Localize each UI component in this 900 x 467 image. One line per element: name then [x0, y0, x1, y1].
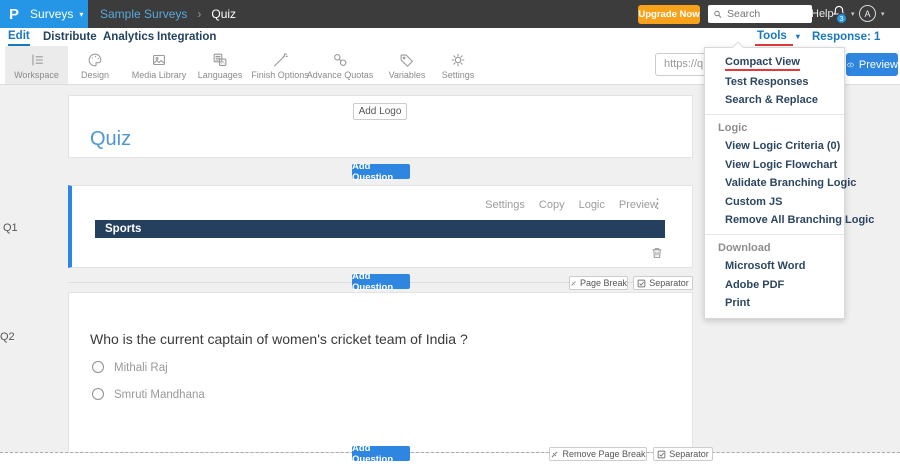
q2-option-2-label[interactable]: Smruti Mandhana [114, 389, 205, 401]
finish-options-icon [271, 51, 289, 69]
separator-checkbox-icon [637, 279, 646, 287]
add-question-button-top[interactable]: Add Question [352, 161, 410, 183]
breadcrumb-separator-icon: › [197, 7, 202, 21]
upgrade-now-button[interactable]: Upgrade Now [638, 5, 700, 24]
breadcrumb-current-quiz: Quiz [211, 7, 237, 21]
notification-badge: 3 [836, 13, 847, 24]
q2-option-1-label[interactable]: Mithali Raj [114, 362, 168, 374]
toolbar-tab-design[interactable]: Design [63, 46, 127, 84]
breadcrumb: Sample Surveys › Quiz [100, 0, 236, 28]
page-break-button[interactable]: Page Break [569, 276, 628, 290]
menu-divider [705, 233, 844, 235]
variables-icon [398, 51, 416, 69]
menu-item-custom-js[interactable]: Custom JS [705, 193, 844, 212]
radio-button-option-1[interactable] [92, 361, 104, 373]
q2-question-text[interactable]: Who is the current captain of women's cr… [90, 331, 468, 347]
tools-menu-button[interactable]: Tools ▾ [757, 28, 800, 44]
tab-edit[interactable]: Edit [8, 28, 30, 46]
tab-analytics[interactable]: Analytics [103, 28, 154, 46]
search-input[interactable] [727, 8, 807, 20]
page-break-dotted-line [0, 452, 900, 453]
q1-settings-link[interactable]: Settings [485, 199, 525, 213]
toolbar-tab-media-library[interactable]: Media Library [127, 46, 191, 84]
languages-icon: A [211, 51, 229, 69]
product-label: Surveys [30, 7, 74, 21]
menu-item-compact-view[interactable]: Compact View [705, 54, 844, 73]
chevron-down-icon: ▾ [79, 9, 84, 19]
questionpro-logo: P [9, 5, 20, 23]
q1-block-title[interactable]: Sports [95, 220, 665, 238]
menu-item-validate-branching-logic[interactable]: Validate Branching Logic [705, 174, 856, 193]
avatar[interactable]: A [859, 5, 876, 22]
menu-header-logic: Logic [718, 121, 748, 134]
menu-divider [705, 113, 844, 115]
tab-integration[interactable]: Integration [157, 28, 216, 46]
menu-item-remove-all-branching-logic[interactable]: Remove All Branching Logic [705, 211, 874, 230]
question-number-q1: Q1 [3, 222, 18, 234]
page-break-icon [571, 280, 576, 286]
menu-item-adobe-pdf[interactable]: Adobe PDF [705, 276, 844, 295]
response-count: Response: 1 [812, 31, 881, 43]
toolbar-tab-advance-quotas[interactable]: Advance Quotas [306, 46, 374, 84]
q1-action-links: Settings Copy Logic Preview [68, 199, 658, 213]
separator-button[interactable]: Separator [633, 276, 693, 290]
add-logo-button[interactable]: Add Logo [353, 103, 407, 120]
chevron-down-icon: ▾ [795, 31, 800, 41]
eye-icon [846, 62, 855, 67]
global-search[interactable] [708, 5, 812, 23]
separator-checkbox-icon [657, 450, 666, 458]
toolbar-tab-languages[interactable]: A Languages [188, 46, 252, 84]
tools-dropdown-menu: Compact View Test Responses Search & Rep… [704, 47, 874, 319]
search-icon [714, 10, 722, 18]
next-page-area [0, 453, 900, 467]
q1-copy-link[interactable]: Copy [539, 199, 565, 213]
media-library-icon [150, 51, 168, 69]
remove-page-break-button[interactable]: Remove Page Break [549, 447, 647, 461]
menu-item-view-logic-flowchart[interactable]: View Logic Flowchart [705, 156, 844, 175]
breadcrumb-sample-surveys[interactable]: Sample Surveys [100, 7, 187, 21]
trash-icon[interactable] [649, 244, 665, 262]
app-logo-surveys-switcher[interactable]: P Surveys ▾ [0, 0, 88, 28]
toolbar-tab-settings[interactable]: Settings [426, 46, 490, 84]
workspace-icon [28, 51, 46, 69]
menu-item-microsoft-word[interactable]: Microsoft Word [705, 257, 844, 276]
chevron-down-icon[interactable]: ▾ [881, 10, 885, 18]
survey-title[interactable]: Quiz [90, 128, 131, 151]
separator-button-bottom[interactable]: Separator [653, 447, 713, 461]
question-number-q2: Q2 [0, 331, 15, 343]
q1-logic-link[interactable]: Logic [579, 199, 605, 213]
tab-distribute[interactable]: Distribute [43, 28, 97, 46]
top-bar: P Surveys ▾ Sample Surveys › Quiz Upgrad… [0, 0, 900, 28]
toolbar-tab-finish-options[interactable]: Finish Options [248, 46, 312, 84]
preview-button[interactable]: Preview [846, 53, 898, 76]
chevron-down-icon[interactable]: ▾ [851, 10, 855, 18]
menu-header-download: Download [718, 241, 771, 254]
settings-icon [449, 51, 467, 69]
add-question-button-bottom[interactable]: Add Question [352, 443, 410, 465]
kebab-menu-icon[interactable]: ⋮ [651, 196, 664, 212]
toolbar-tab-workspace[interactable]: Workspace [5, 46, 68, 84]
radio-button-option-2[interactable] [92, 388, 104, 400]
advance-quotas-icon [331, 51, 349, 69]
menu-item-test-responses[interactable]: Test Responses [705, 73, 844, 92]
menu-item-search-replace[interactable]: Search & Replace [705, 91, 844, 110]
add-question-button-middle[interactable]: Add Question [352, 271, 410, 293]
menu-item-view-logic-criteria[interactable]: View Logic Criteria (0) [705, 137, 844, 156]
menu-item-print[interactable]: Print [705, 294, 844, 313]
page-break-icon [551, 451, 558, 457]
design-icon [86, 51, 104, 69]
